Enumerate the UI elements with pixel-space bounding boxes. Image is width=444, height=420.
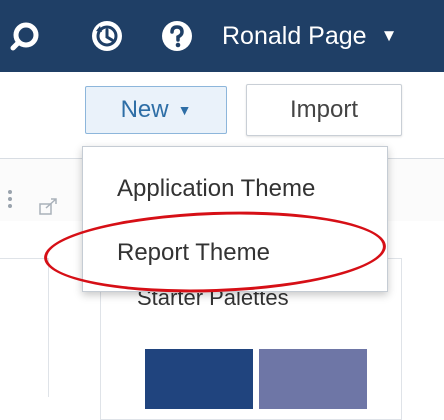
recent-history-icon[interactable] (88, 17, 126, 55)
user-name: Ronald Page (222, 21, 367, 50)
chevron-down-icon: ▼ (177, 102, 192, 118)
menu-item-application-theme[interactable]: Application Theme (83, 159, 387, 219)
help-icon[interactable] (158, 17, 196, 55)
import-button-label: Import (289, 96, 358, 123)
user-menu[interactable]: Ronald Page ▼ (222, 18, 397, 54)
top-bar: Ronald Page ▼ (0, 0, 444, 72)
new-dropdown-menu: Application Theme Report Theme (82, 146, 388, 292)
new-button-label: New (120, 96, 169, 123)
new-button[interactable]: New ▼ (85, 86, 227, 134)
drag-handle-icon[interactable] (6, 186, 20, 212)
import-button[interactable]: Import (246, 84, 402, 136)
share-icon[interactable] (38, 196, 60, 216)
palette-swatch-light[interactable] (259, 349, 367, 409)
search-icon[interactable] (8, 17, 46, 55)
menu-item-report-theme[interactable]: Report Theme (83, 223, 387, 283)
palette-swatch-dark[interactable] (145, 349, 253, 409)
left-panel (0, 258, 49, 397)
chevron-down-icon: ▼ (380, 26, 398, 45)
